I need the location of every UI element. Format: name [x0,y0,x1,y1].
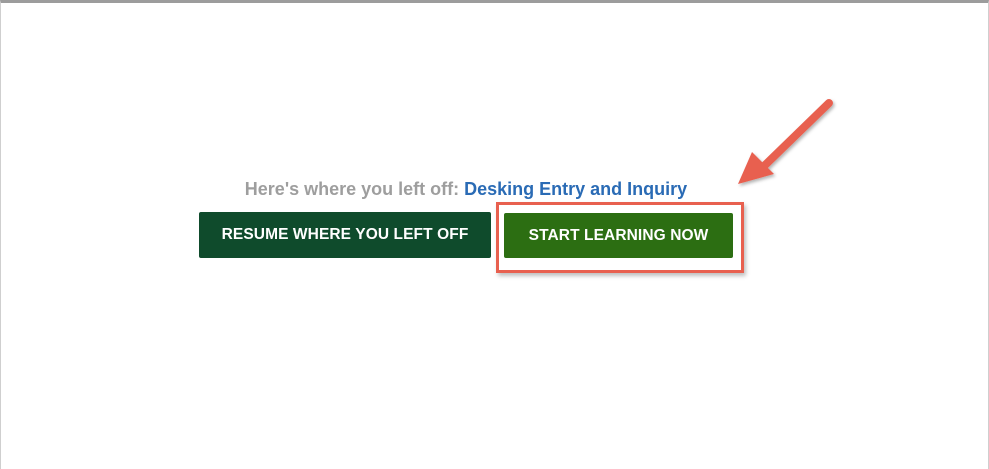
arrow-pointer-icon [738,99,833,184]
resume-button[interactable]: RESUME WHERE YOU LEFT OFF [199,212,491,258]
course-link[interactable]: Desking Entry and Inquiry [464,179,687,199]
content-frame [0,0,989,469]
annotation-highlight-box [496,202,744,273]
left-off-prefix: Here's where you left off: [244,179,460,199]
